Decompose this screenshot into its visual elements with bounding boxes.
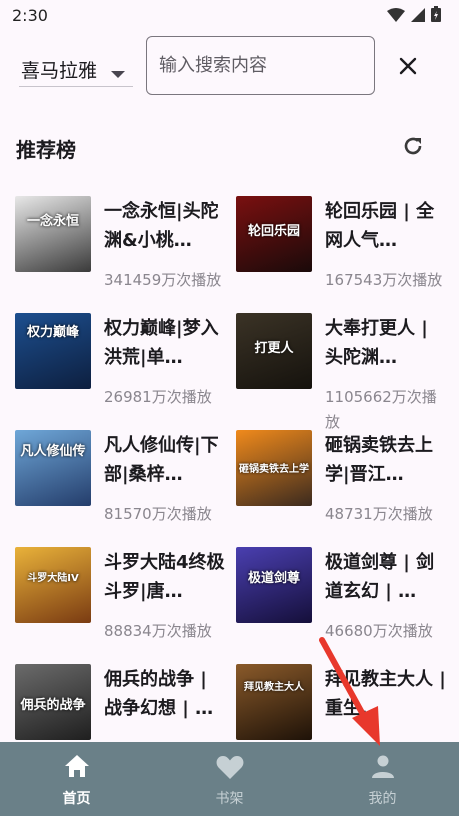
clear-search-button[interactable] [392, 52, 424, 84]
book-title: 佣兵的战争 | 战争幻想 | … [104, 669, 214, 719]
book-card[interactable]: 砸锅卖铁去上学 砸锅卖铁去上学|晋江… 48731万次播放 [236, 424, 456, 534]
nav-label-bookshelf: 书架 [215, 791, 244, 807]
book-card[interactable]: 极道剑尊 极道剑尊 | 剑道玄幻 | … 46680万次播放 [236, 541, 456, 651]
book-play-count: 167543万次播放 [325, 271, 443, 289]
book-cover: 轮回乐园 [236, 196, 312, 272]
nav-item-home[interactable]: 首页 [0, 742, 153, 816]
book-title: 斗罗大陆4终极斗罗|唐… [104, 552, 225, 602]
book-cover: 一念永恒 [15, 196, 91, 272]
person-icon [371, 754, 395, 782]
book-cover: 佣兵的战争 [15, 664, 91, 740]
book-cover-text: 权力巅峰 [26, 325, 79, 340]
status-time: 2:30 [12, 6, 48, 25]
book-title: 大奉打更人 | 头陀渊… [325, 318, 428, 368]
book-play-count: 48731万次播放 [325, 505, 433, 523]
book-cover-text: 打更人 [254, 341, 294, 356]
source-dropdown-label: 喜马拉雅 [21, 60, 98, 82]
book-title: 一念永恒|头陀渊&小桃… [104, 201, 219, 251]
nav-item-bookshelf[interactable]: 书架 [153, 742, 306, 816]
wifi-icon [387, 7, 405, 26]
signal-icon [411, 7, 425, 26]
refresh-button[interactable] [399, 134, 427, 162]
book-cover-text: 拜见教主大人 [244, 682, 304, 693]
book-play-count: 81570万次播放 [104, 505, 212, 523]
book-title: 轮回乐园 | 全网人气… [325, 201, 435, 251]
book-play-count: 88834万次播放 [104, 622, 212, 640]
nav-item-mine[interactable]: 我的 [306, 742, 459, 816]
nav-label-mine: 我的 [368, 791, 397, 807]
bottom-nav: 首页 书架 我的 [0, 742, 459, 816]
book-card[interactable]: 斗罗大陆IV 斗罗大陆4终极斗罗|唐… 88834万次播放 [15, 541, 235, 651]
book-card[interactable]: 打更人 大奉打更人 | 头陀渊… 1105662万次播放 [236, 307, 456, 431]
status-icons [387, 6, 441, 26]
nav-label-home: 首页 [62, 791, 91, 807]
book-cover-text: 斗罗大陆IV [27, 573, 79, 584]
book-cover-text: 轮回乐园 [247, 224, 300, 239]
book-cover-text: 砸锅卖铁去上学 [239, 464, 309, 475]
source-dropdown[interactable]: 喜马拉雅 [19, 52, 133, 87]
book-title: 凡人修仙传|下部|桑梓… [104, 435, 219, 485]
book-cover: 拜见教主大人 [236, 664, 312, 740]
book-play-count: 26981万次播放 [104, 388, 212, 406]
book-title: 权力巅峰|梦入洪荒|单… [104, 318, 219, 368]
close-icon [399, 57, 417, 79]
battery-icon [431, 6, 441, 26]
refresh-icon [401, 134, 425, 162]
book-card[interactable]: 一念永恒 一念永恒|头陀渊&小桃… 341459万次播放 [15, 190, 235, 300]
book-cover-text: 一念永恒 [26, 214, 79, 229]
heart-icon [216, 754, 244, 784]
book-play-count: 46680万次播放 [325, 622, 433, 640]
book-card[interactable]: 佣兵的战争 佣兵的战争 | 战争幻想 | … [15, 658, 235, 742]
book-title: 极道剑尊 | 剑道玄幻 | … [325, 552, 435, 602]
book-cover-text: 凡人修仙传 [20, 444, 86, 459]
book-cover: 权力巅峰 [15, 313, 91, 389]
book-list: 一念永恒 一念永恒|头陀渊&小桃… 341459万次播放 轮回乐园 轮回乐园 | 全网人… [0, 190, 459, 742]
book-cover: 打更人 [236, 313, 312, 389]
home-icon [64, 754, 90, 782]
book-card[interactable]: 权力巅峰 权力巅峰|梦入洪荒|单… 26981万次播放 [15, 307, 235, 417]
book-cover-text: 极道剑尊 [247, 571, 300, 586]
book-title: 拜见教主大人 | 重生… [325, 669, 446, 719]
book-card[interactable]: 凡人修仙传 凡人修仙传|下部|桑梓… 81570万次播放 [15, 424, 235, 534]
book-cover: 斗罗大陆IV [15, 547, 91, 623]
book-card[interactable]: 轮回乐园 轮回乐园 | 全网人气… 167543万次播放 [236, 190, 456, 300]
search-input[interactable] [159, 51, 364, 79]
book-cover: 极道剑尊 [236, 547, 312, 623]
section-title: 推荐榜 [16, 138, 76, 162]
book-cover: 凡人修仙传 [15, 430, 91, 506]
book-card[interactable]: 拜见教主大人 拜见教主大人 | 重生… [236, 658, 456, 742]
book-cover: 砸锅卖铁去上学 [236, 430, 312, 506]
caret-down-icon [111, 64, 125, 83]
book-cover-text: 佣兵的战争 [20, 698, 86, 713]
search-box[interactable] [146, 36, 375, 95]
status-bar: 2:30 [0, 0, 459, 32]
book-title: 砸锅卖铁去上学|晋江… [325, 435, 433, 485]
book-play-count: 341459万次播放 [104, 271, 222, 289]
